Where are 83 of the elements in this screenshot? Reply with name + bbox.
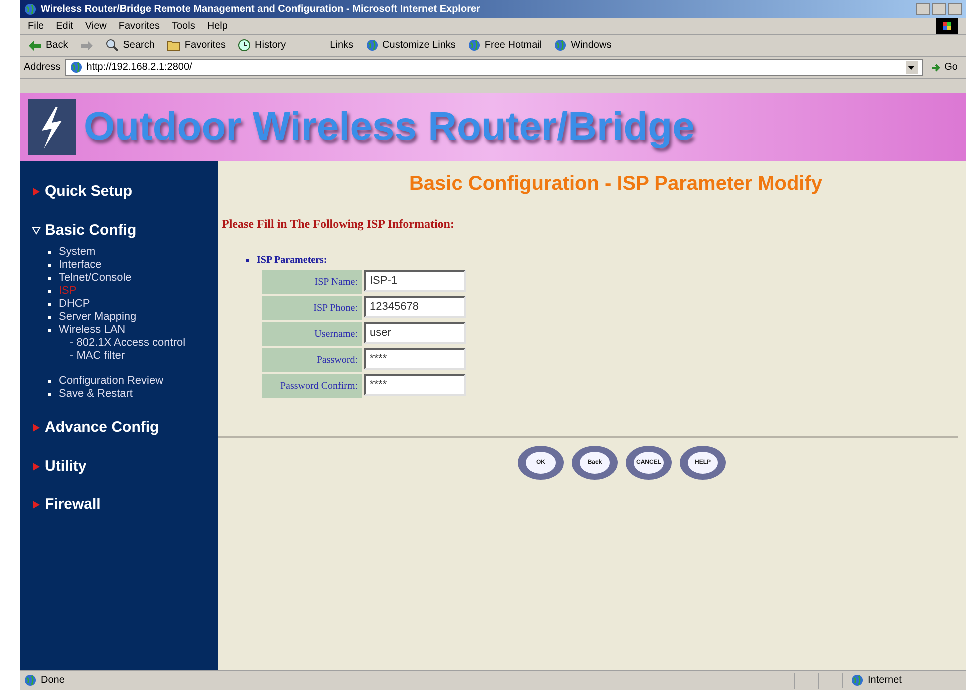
- menu-item[interactable]: View: [85, 18, 107, 34]
- field-label: ISP Phone:: [262, 296, 362, 320]
- toolbar-button[interactable]: [80, 40, 94, 52]
- globe-icon: [24, 674, 37, 687]
- collapsed-arrow-icon: [32, 423, 41, 434]
- globe-icon: [468, 39, 481, 52]
- field-label: Password:: [262, 348, 362, 372]
- globe-icon: [851, 674, 864, 687]
- back-arrow-icon: [28, 40, 42, 52]
- lightning-logo-icon: [28, 99, 76, 155]
- link-button[interactable]: Free Hotmail: [468, 38, 542, 53]
- bullet-icon: [48, 329, 51, 332]
- address-field[interactable]: http://192.168.2.1:2800/: [64, 59, 923, 76]
- toolbar-button[interactable]: Search: [106, 38, 155, 53]
- text-field[interactable]: ****: [364, 374, 466, 396]
- sidebar-section[interactable]: Quick Setup: [32, 181, 218, 204]
- expanded-arrow-icon: [32, 226, 41, 236]
- folder-icon: [166, 40, 181, 52]
- bullet-icon: [48, 290, 51, 293]
- sidebar-item[interactable]: System: [59, 246, 96, 259]
- search-icon: [106, 39, 120, 52]
- zone-text: Internet: [868, 674, 902, 688]
- sidebar-item[interactable]: Interface: [59, 259, 102, 272]
- toolbar-button[interactable]: History: [238, 38, 286, 53]
- links-label: Links: [330, 39, 354, 53]
- forward-arrow-icon: [80, 40, 94, 52]
- globe-icon: [366, 39, 379, 52]
- bullet-icon: [48, 316, 51, 319]
- clock-icon: [238, 39, 252, 52]
- windows-logo-icon: [936, 18, 958, 34]
- link-button[interactable]: Customize Links: [366, 38, 456, 53]
- go-arrow-icon: [930, 62, 941, 72]
- collapsed-arrow-icon: [32, 462, 41, 472]
- link-button[interactable]: Windows: [554, 38, 612, 53]
- menu-item[interactable]: Favorites: [118, 18, 160, 34]
- collapsed-arrow-icon: [32, 187, 41, 198]
- globe-icon: [70, 61, 83, 74]
- window-title: Wireless Router/Bridge Remote Management and Configuration - Microsoft Internet Explorer: [41, 2, 482, 16]
- instruction-text: Please Fill in The Following ISP Information:: [222, 216, 456, 233]
- globe-icon: [554, 39, 568, 52]
- minimize-button[interactable]: [916, 3, 930, 15]
- bullet-icon: [48, 251, 51, 254]
- text-field[interactable]: user: [364, 322, 466, 344]
- menu-item[interactable]: File: [28, 18, 44, 34]
- text-field[interactable]: ****: [364, 348, 466, 370]
- bullet-icon: [246, 259, 249, 262]
- field-label: Username:: [262, 322, 362, 346]
- bullet-icon: [48, 393, 51, 396]
- sidebar-section[interactable]: Utility: [32, 456, 218, 478]
- globe-icon: [24, 2, 37, 16]
- text-field[interactable]: 12345678: [364, 296, 466, 318]
- status-text: Done: [41, 674, 65, 688]
- sidebar-item[interactable]: Server Mapping: [59, 311, 137, 324]
- toolbar-button[interactable]: Favorites: [166, 38, 226, 53]
- field-label: ISP Name:: [262, 270, 362, 294]
- bullet-icon: [48, 277, 51, 280]
- sidebar-item[interactable]: Configuration Review: [59, 375, 164, 388]
- sidebar-section[interactable]: Basic Config: [32, 220, 218, 242]
- sidebar-item[interactable]: Save & Restart: [59, 388, 133, 401]
- field-label: Password Confirm:: [262, 374, 362, 398]
- section-label: ISP Parameters:: [257, 254, 328, 268]
- toolbar-button[interactable]: Back: [28, 38, 68, 53]
- sidebar-item[interactable]: DHCP: [59, 298, 90, 311]
- maximize-button[interactable]: [932, 3, 946, 15]
- close-button[interactable]: [948, 3, 962, 15]
- bullet-icon: [48, 264, 51, 267]
- address-label: Address: [24, 61, 61, 75]
- menu-item[interactable]: Tools: [172, 18, 196, 34]
- collapsed-arrow-icon: [32, 500, 41, 510]
- go-button[interactable]: Go: [926, 60, 962, 75]
- sidebar-item[interactable]: Telnet/Console: [59, 272, 132, 285]
- sidebar-subitem[interactable]: - MAC filter: [70, 350, 218, 363]
- banner-title: Outdoor Wireless Router/Bridge: [84, 104, 695, 151]
- sidebar-item[interactable]: Wireless LAN: [59, 324, 126, 337]
- menu-item[interactable]: Help: [207, 18, 228, 34]
- text-field[interactable]: ISP-1: [364, 270, 466, 292]
- sidebar-subitem[interactable]: - 802.1X Access control: [70, 337, 218, 350]
- page-title: Basic Configuration - ISP Parameter Modify: [408, 172, 824, 197]
- bullet-icon: [48, 303, 51, 306]
- menu-item[interactable]: Edit: [56, 18, 74, 34]
- bullet-icon: [48, 380, 51, 383]
- sidebar-section[interactable]: Firewall: [32, 494, 218, 516]
- sidebar-section[interactable]: Advance Config: [32, 417, 218, 440]
